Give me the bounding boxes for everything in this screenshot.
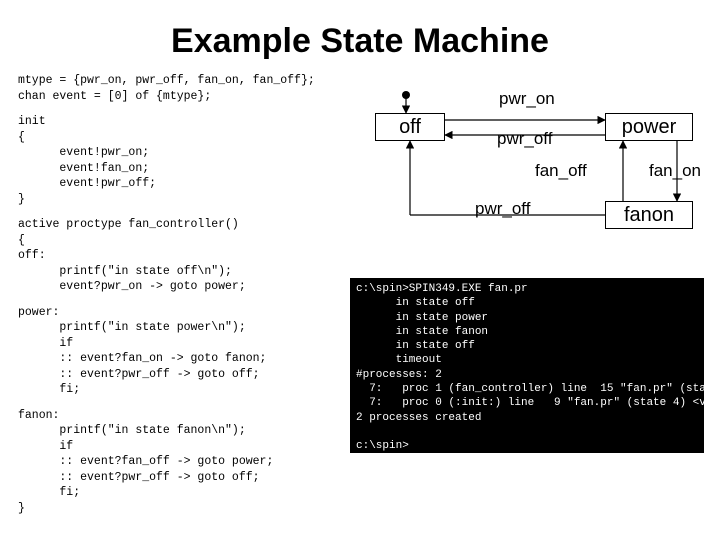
page-title: Example State Machine <box>0 0 720 73</box>
edge-label-pwr-off: pwr_off <box>497 129 552 149</box>
edge-label-fan-off: fan_off <box>535 161 587 181</box>
start-dot-icon <box>402 91 410 99</box>
terminal-output: c:\spin>SPIN349.EXE fan.pr in state off … <box>350 278 704 453</box>
state-power: power <box>605 113 693 141</box>
state-off: off <box>375 113 445 141</box>
state-fanon: fanon <box>605 201 693 229</box>
content-area: mtype = {pwr_on, pwr_off, fan_on, fan_of… <box>0 73 720 516</box>
edge-label-fan-on: fan_on <box>649 161 701 181</box>
edge-label-pwr-on: pwr_on <box>499 89 555 109</box>
edge-label-pwr-off-2: pwr_off <box>475 199 530 219</box>
state-diagram: off power fanon pwr_on pwr_off fan_off f… <box>355 73 705 253</box>
